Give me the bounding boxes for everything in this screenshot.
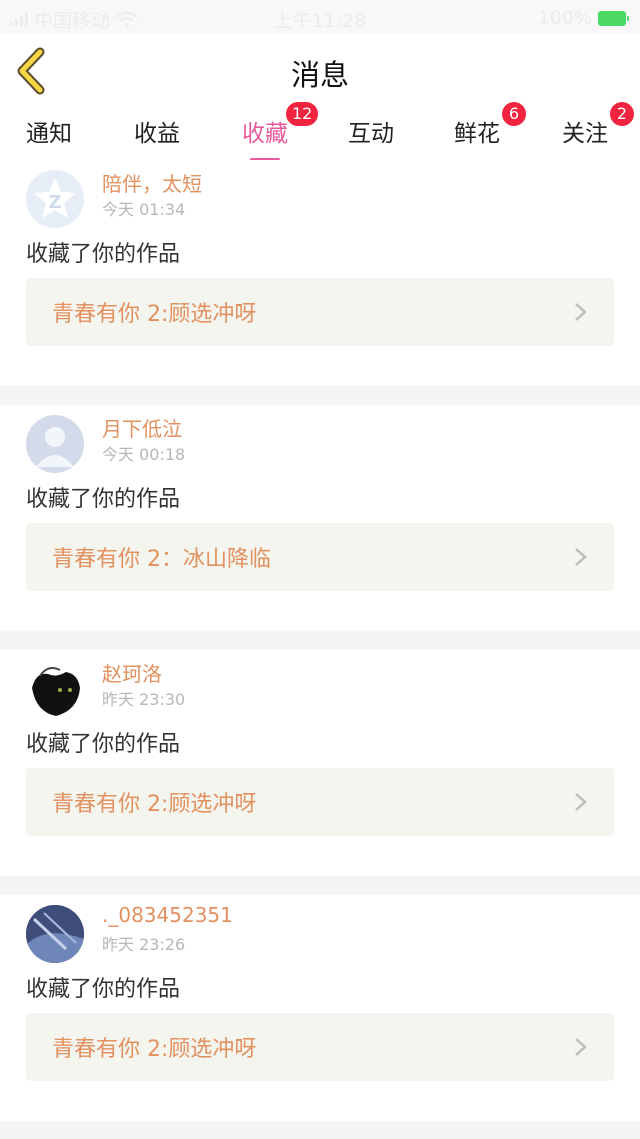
- message-time: 昨天 23:30: [102, 690, 186, 709]
- tab-favorites[interactable]: 收藏 12: [242, 102, 319, 162]
- tab-flowers[interactable]: 鲜花 6: [454, 102, 526, 148]
- message-time: 昨天 23:26: [102, 935, 186, 954]
- tab-label: 通知: [26, 121, 72, 147]
- unread-badge: 12: [286, 102, 319, 126]
- default-qq-avatar-icon[interactable]: Z: [26, 170, 84, 228]
- unread-badge: 6: [502, 102, 526, 126]
- username[interactable]: 月下低泣: [102, 413, 182, 442]
- tab-notifications[interactable]: 通知: [26, 114, 72, 148]
- tab-label: 互动: [348, 121, 394, 147]
- message-time: 今天 00:18: [102, 445, 186, 464]
- username[interactable]: ._083452351: [102, 903, 233, 927]
- message-card: ._083452351 昨天 23:26 收藏了你的作品 青春有你 2:顾选冲呀: [0, 895, 640, 1121]
- default-person-avatar-icon[interactable]: [26, 415, 84, 473]
- battery-status: 100%: [537, 7, 629, 29]
- work-title: 青春有你 2:顾选冲呀: [52, 302, 257, 327]
- chevron-right-icon: [575, 1038, 587, 1056]
- chevron-right-icon: [575, 303, 587, 321]
- page-title: 消息: [290, 58, 349, 92]
- work-link[interactable]: 青春有你 2:顾选冲呀: [26, 768, 614, 836]
- photo-avatar[interactable]: [26, 905, 84, 963]
- chevron-right-icon: [575, 548, 587, 566]
- navigation-bar: 消息: [0, 34, 640, 109]
- message-action: 收藏了你的作品: [26, 242, 181, 267]
- message-action: 收藏了你的作品: [26, 732, 181, 757]
- work-title: 青春有你 2：冰山降临: [52, 547, 271, 572]
- unread-badge: 2: [610, 102, 634, 126]
- message-card: Z 陪伴，太短 今天 01:34 收藏了你的作品 青春有你 2:顾选冲呀: [0, 160, 640, 386]
- tab-bar: 通知 收益 收藏 12 互动 鲜花 6 关注 2: [0, 102, 640, 162]
- tab-label: 收藏: [242, 121, 288, 147]
- message-time: 今天 01:34: [102, 200, 186, 219]
- message-card: 赵珂洛 昨天 23:30 收藏了你的作品 青春有你 2:顾选冲呀: [0, 650, 640, 876]
- message-action: 收藏了你的作品: [26, 977, 181, 1002]
- svg-text:Z: Z: [48, 192, 61, 213]
- photo-avatar[interactable]: [26, 660, 84, 718]
- tab-follows[interactable]: 关注 2: [562, 102, 634, 148]
- tab-earnings[interactable]: 收益: [134, 114, 180, 148]
- work-title: 青春有你 2:顾选冲呀: [52, 792, 257, 817]
- message-card: 月下低泣 今天 00:18 收藏了你的作品 青春有你 2：冰山降临: [0, 405, 640, 631]
- chevron-right-icon: [575, 793, 587, 811]
- message-action: 收藏了你的作品: [26, 487, 181, 512]
- work-link[interactable]: 青春有你 2:顾选冲呀: [26, 278, 614, 346]
- tab-label: 鲜花: [454, 121, 500, 147]
- work-link[interactable]: 青春有你 2:顾选冲呀: [26, 1013, 614, 1081]
- battery-icon: [598, 10, 629, 26]
- status-bar: 中国移动 上午11:28 100%: [0, 0, 640, 34]
- tab-label: 关注: [562, 121, 608, 147]
- username[interactable]: 陪伴，太短: [102, 168, 202, 197]
- work-link[interactable]: 青春有你 2：冰山降临: [26, 523, 614, 591]
- work-title: 青春有你 2:顾选冲呀: [52, 1037, 257, 1062]
- tab-interactions[interactable]: 互动: [348, 114, 394, 148]
- tab-label: 收益: [134, 121, 180, 147]
- battery-percent: 100%: [537, 7, 592, 29]
- username[interactable]: 赵珂洛: [102, 658, 162, 687]
